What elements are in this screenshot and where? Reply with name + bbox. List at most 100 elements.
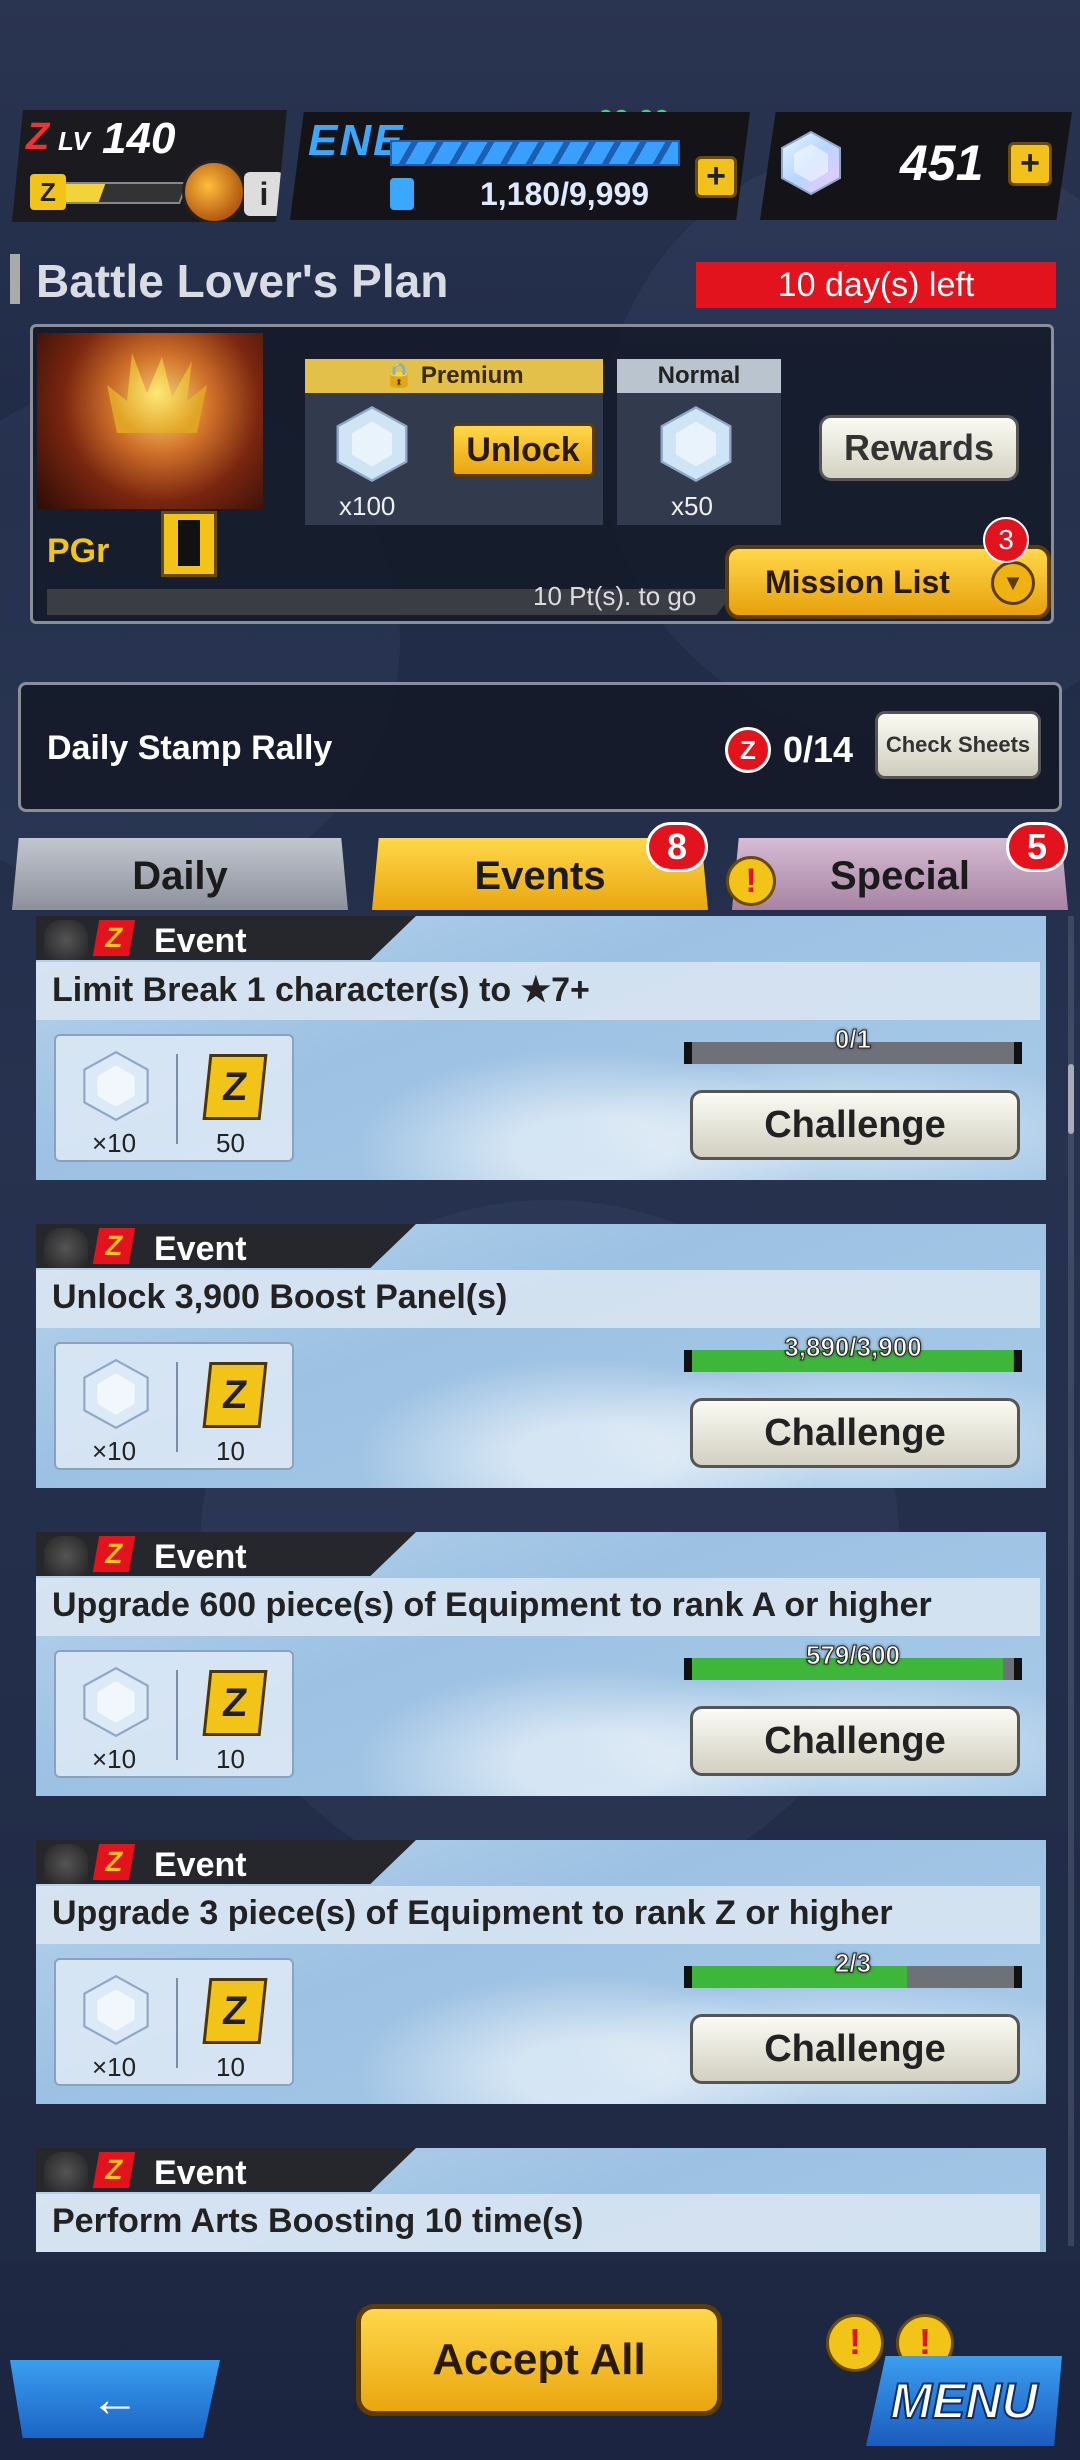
mission-rewards: ×10 Z 10 xyxy=(54,1650,294,1778)
divider xyxy=(176,1054,178,1144)
divider xyxy=(176,1362,178,1452)
days-left-badge: 10 day(s) left xyxy=(696,262,1056,308)
gem-qty: ×10 xyxy=(92,1436,137,1466)
z-logo-icon: Z xyxy=(92,1228,136,1264)
premium-label: Premium xyxy=(420,362,524,389)
gem-panel: 451 + xyxy=(760,112,1072,220)
accept-all-button[interactable]: Accept All xyxy=(356,2304,722,2416)
special-badge: 5 xyxy=(1006,822,1068,872)
scrollbar-thumb[interactable] xyxy=(1068,1064,1074,1134)
status-bar: Z LV 140 Z i 00:00 ENE 1,180/9,999 + 451… xyxy=(0,100,1080,230)
mission-card: Z Event Upgrade 600 piece(s) of Equipment … xyxy=(36,1532,1046,1796)
pgr-label: PGr xyxy=(47,532,110,570)
divider xyxy=(176,1978,178,2068)
mission-card: Z Event Perform Arts Boosting 10 time(s) xyxy=(36,2148,1046,2252)
card-header: Z Event xyxy=(36,2148,416,2192)
lock-icon: 🔒 xyxy=(384,362,421,389)
normal-reward: Normal x50 xyxy=(617,359,781,525)
card-header: Z Event xyxy=(36,1840,416,1884)
card-header: Z Event xyxy=(36,1532,416,1576)
gem-qty: ×10 xyxy=(92,2052,137,2082)
mission-list: Z Event Limit Break 1 character(s) to ★7+ ×… xyxy=(36,916,1046,2252)
chrono-crystal-icon xyxy=(660,406,732,482)
z-ticket-icon: Z xyxy=(202,1978,268,2044)
challenge-button[interactable]: Challenge xyxy=(690,1706,1020,1776)
progress-text: 579/600 xyxy=(806,1640,901,1671)
energy-plus-button[interactable]: + xyxy=(695,156,737,198)
gem-qty: ×10 xyxy=(92,1128,137,1158)
character-portrait xyxy=(37,333,263,509)
ticket-qty: 10 xyxy=(216,2052,245,2082)
avatar[interactable] xyxy=(182,160,246,222)
z-logo-icon: Z xyxy=(92,1536,136,1572)
gem-count: 451 xyxy=(900,135,984,191)
check-sheets-button[interactable]: Check Sheets xyxy=(875,711,1041,779)
level-value: 140 xyxy=(102,114,176,163)
mission-tag: Event xyxy=(154,1846,247,1884)
mission-rewards: ×10 Z 10 xyxy=(54,1958,294,2086)
mission-rewards: ×10 Z 50 xyxy=(54,1034,294,1162)
chrono-crystal-icon xyxy=(83,1358,149,1430)
divider xyxy=(176,1670,178,1760)
mission-count-badge: 3 xyxy=(983,517,1029,563)
normal-qty: x50 xyxy=(671,491,713,521)
energy-count: 1,180/9,999 xyxy=(480,176,650,212)
progress-text: 2/3 xyxy=(834,1948,872,1979)
chrono-crystal-icon xyxy=(781,130,841,196)
chrono-crystal-icon xyxy=(83,1050,149,1122)
pgr-level xyxy=(161,511,217,577)
z-ticket-icon: Z xyxy=(202,1670,268,1736)
mission-tag: Event xyxy=(154,1538,247,1576)
scrollbar[interactable] xyxy=(1068,916,1074,2246)
chrono-crystal-icon xyxy=(83,1974,149,2046)
energy-bar xyxy=(390,140,680,166)
tab-daily[interactable]: Daily xyxy=(12,838,348,910)
stamp-rally-title: Daily Stamp Rally xyxy=(47,729,333,767)
gem-plus-button[interactable]: + xyxy=(1008,142,1052,186)
card-header: Z Event xyxy=(36,916,416,960)
stamp-rally-panel: Daily Stamp Rally Z 0/14 Check Sheets xyxy=(18,682,1062,812)
ticket-qty: 10 xyxy=(216,1744,245,1774)
challenge-button[interactable]: Challenge xyxy=(690,1090,1020,1160)
back-button[interactable]: ← xyxy=(10,2360,220,2438)
chrono-crystal-icon xyxy=(336,406,408,482)
challenge-button[interactable]: Challenge xyxy=(690,1398,1020,1468)
plan-panel: PGr 10 Pt(s). to go 🔒 Premium x100 Unloc… xyxy=(30,324,1054,624)
mission-title: Upgrade 3 piece(s) of Equipment to rank … xyxy=(52,1894,893,1932)
stamp-count: 0/14 xyxy=(783,729,854,770)
z-logo-icon: Z xyxy=(92,920,136,956)
mission-title: Limit Break 1 character(s) to ★7+ xyxy=(52,971,590,1009)
progress-text: 3,890/3,900 xyxy=(784,1332,922,1363)
stamp-icon: Z xyxy=(725,727,771,773)
menu-button[interactable]: MENU xyxy=(866,2356,1062,2446)
info-icon[interactable]: i xyxy=(244,172,284,216)
character-face-icon xyxy=(44,1228,88,1268)
chrono-crystal-icon xyxy=(83,1666,149,1738)
unlock-button[interactable]: Unlock xyxy=(451,423,595,477)
progress-text: 0/1 xyxy=(834,1024,872,1055)
energy-drink-icon xyxy=(390,178,414,210)
character-face-icon xyxy=(44,2152,88,2192)
z-logo-icon: Z xyxy=(92,1844,136,1880)
z-ticket-icon: Z xyxy=(202,1054,268,1120)
z-logo-icon: Z xyxy=(26,116,50,158)
ticket-qty: 10 xyxy=(216,1436,245,1466)
mission-title: Perform Arts Boosting 10 time(s) xyxy=(52,2202,584,2240)
energy-panel: ENE 1,180/9,999 + xyxy=(290,112,750,220)
level-label: LV xyxy=(58,126,90,156)
ticket-qty: 50 xyxy=(216,1128,245,1158)
card-header: Z Event xyxy=(36,1224,416,1268)
character-face-icon xyxy=(44,1844,88,1884)
mission-tag: Event xyxy=(154,2154,247,2192)
header-accent xyxy=(10,254,20,304)
challenge-button[interactable]: Challenge xyxy=(690,2014,1020,2084)
mission-title: Unlock 3,900 Boost Panel(s) xyxy=(52,1278,508,1316)
mission-tag: Event xyxy=(154,1230,247,1268)
premium-qty: x100 xyxy=(339,491,396,521)
events-badge: 8 xyxy=(646,822,708,872)
rewards-button[interactable]: Rewards xyxy=(819,415,1019,481)
character-face-icon xyxy=(44,1536,88,1576)
level-panel[interactable]: Z LV 140 Z i xyxy=(12,110,287,222)
gem-qty: ×10 xyxy=(92,1744,137,1774)
mission-list-label: Mission List xyxy=(765,564,950,600)
